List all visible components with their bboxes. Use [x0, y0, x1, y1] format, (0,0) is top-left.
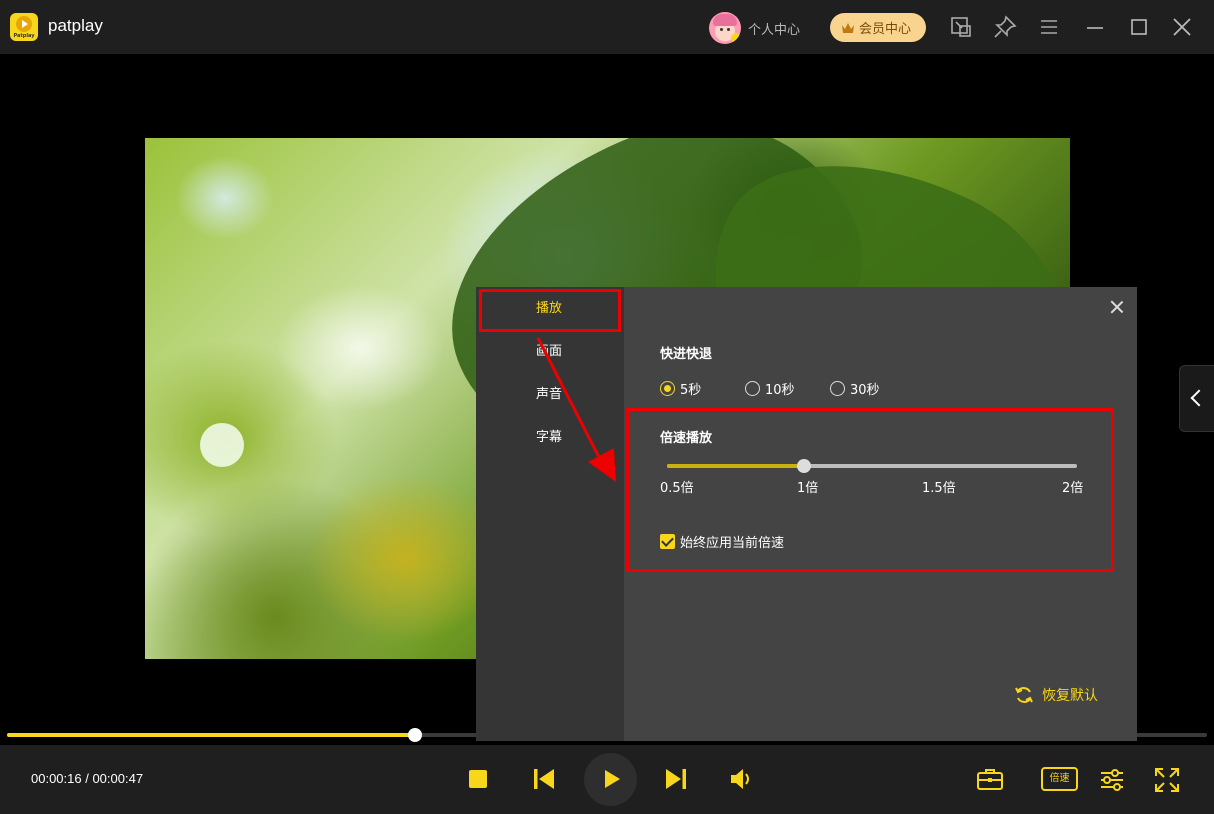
menu-icon[interactable] — [1036, 14, 1062, 40]
vip-center-button[interactable]: 会员中心 — [830, 13, 926, 42]
reset-default-label: 恢复默认 — [1042, 688, 1098, 704]
toolbox-icon[interactable] — [975, 765, 1005, 795]
vip-center-label: 会员中心 — [859, 22, 912, 37]
time-display: 00:00:16 / 00:00:47 — [31, 771, 144, 786]
volume-icon[interactable] — [727, 764, 757, 794]
avatar[interactable] — [709, 12, 741, 44]
logo-play-icon — [16, 16, 32, 32]
screen-cast-icon[interactable] — [948, 14, 974, 40]
pin-icon[interactable] — [992, 14, 1018, 40]
speed-slider-fill — [667, 464, 804, 468]
refresh-icon — [1015, 687, 1033, 703]
always-apply-speed-label: 始终应用当前倍速 — [680, 536, 785, 551]
app-name: patplay — [48, 16, 103, 35]
always-apply-speed-checkbox[interactable]: 始终应用当前倍速 — [660, 532, 784, 551]
reset-default-button[interactable]: 恢复默认 — [1014, 685, 1098, 705]
radio-empty-icon — [830, 381, 845, 396]
app-logo: Patplay — [10, 13, 38, 41]
crown-icon — [842, 22, 854, 33]
settings-sliders-icon[interactable] — [1097, 765, 1127, 795]
logo-text: Patplay — [13, 33, 35, 39]
chevron-left-icon — [1190, 389, 1208, 407]
settings-panel: 播放 画面 声音 字幕 快进快退 5秒 10秒 30秒 倍速播放 0.5倍 1倍… — [476, 287, 1137, 741]
progress-fill — [7, 733, 415, 737]
seek-section-title: 快进快退 — [660, 347, 713, 362]
panel-close-icon[interactable] — [1109, 299, 1125, 315]
speed-section-title: 倍速播放 — [660, 431, 713, 446]
fullscreen-icon[interactable] — [1152, 765, 1182, 795]
previous-icon[interactable] — [529, 764, 559, 794]
next-icon[interactable] — [661, 764, 691, 794]
settings-tab-audio[interactable]: 声音 — [476, 375, 624, 415]
seek-option-5s[interactable]: 5秒 — [660, 379, 701, 398]
control-bar: 00:00:16 / 00:00:47 倍速 — [0, 745, 1214, 814]
checkbox-checked-icon — [660, 534, 675, 549]
settings-nav: 播放 画面 声音 字幕 — [476, 287, 624, 741]
play-icon — [605, 770, 620, 788]
minimize-icon[interactable] — [1082, 14, 1108, 40]
speed-tick-2: 2倍 — [1062, 481, 1084, 496]
radio-selected-icon — [660, 381, 675, 396]
user-center-link[interactable]: 个人中心 — [748, 19, 800, 38]
highlight-box-tab — [479, 289, 621, 332]
progress-handle[interactable] — [408, 728, 422, 742]
speed-slider[interactable] — [667, 459, 1077, 473]
speed-slider-handle[interactable] — [796, 459, 811, 473]
close-icon[interactable] — [1169, 14, 1195, 40]
seek-option-label: 5秒 — [680, 383, 702, 398]
settings-tab-subtitle[interactable]: 字幕 — [476, 418, 624, 458]
seek-option-10s[interactable]: 10秒 — [745, 379, 795, 398]
speed-tick-1-5: 1.5倍 — [922, 481, 956, 496]
maximize-icon[interactable] — [1126, 14, 1152, 40]
speed-tick-1: 1倍 — [797, 481, 819, 496]
seek-option-label: 30秒 — [850, 383, 880, 398]
speed-tick-0-5: 0.5倍 — [660, 481, 694, 496]
seek-option-label: 10秒 — [765, 383, 795, 398]
player-window: Patplay patplay 个人中心 会员中心 00:00:16 / 00:… — [0, 0, 1214, 814]
vip-badge-icon — [731, 33, 741, 43]
side-panel-toggle[interactable] — [1179, 365, 1214, 432]
play-button[interactable] — [584, 753, 637, 806]
radio-empty-icon — [745, 381, 760, 396]
speed-button[interactable]: 倍速 — [1041, 767, 1078, 791]
title-bar: Patplay patplay 个人中心 会员中心 — [0, 0, 1214, 54]
seek-option-30s[interactable]: 30秒 — [830, 379, 880, 398]
stop-icon[interactable] — [463, 764, 493, 794]
settings-tab-picture[interactable]: 画面 — [476, 332, 624, 372]
